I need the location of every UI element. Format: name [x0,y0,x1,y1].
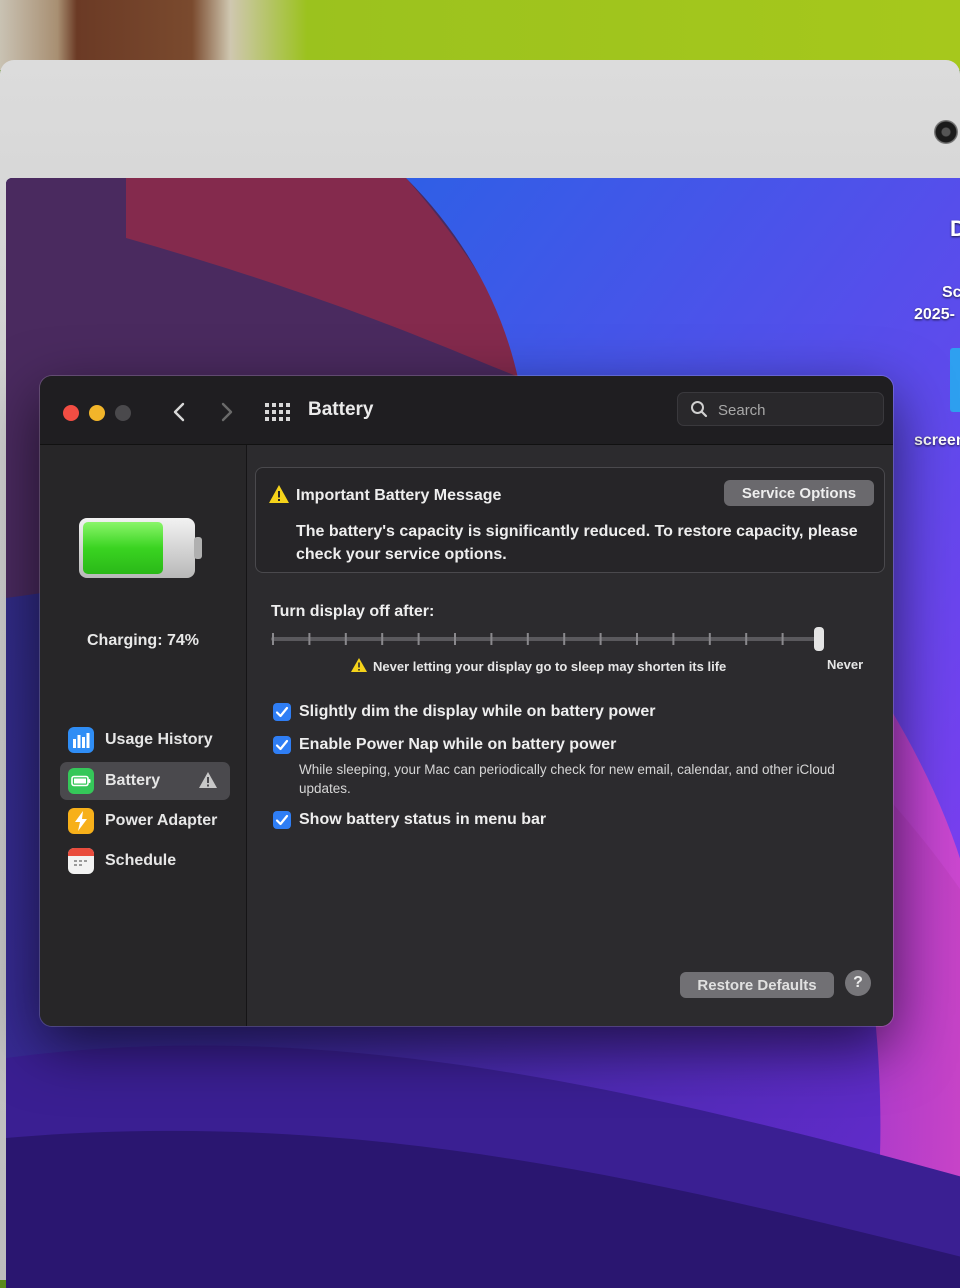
slider-tick [490,633,493,645]
slider-tick [308,633,311,645]
slider-value-label: Never [827,657,864,672]
slider-tick [636,633,638,645]
battery-alert: Important Battery Message Service Option… [255,467,885,573]
main-panel: Important Battery Message Service Option… [247,445,893,1026]
alert-message: The battery's capacity is significantly … [296,523,858,563]
back-button[interactable] [167,398,193,426]
restore-defaults-button[interactable]: Restore Defaults [680,972,834,998]
warning-icon [351,658,367,672]
forward-button[interactable] [213,398,239,426]
titlebar: Battery [40,376,893,445]
slider-warning-text: Never letting your display go to sleep m… [373,659,727,674]
slider-tick [272,633,274,645]
slider-tick [781,633,784,645]
search-input[interactable] [716,398,870,422]
sidebar-item-power-adapter[interactable]: Power Adapter [60,802,230,840]
window-title: Battery [308,399,374,420]
slider-tick [344,633,347,645]
slider-tick [745,633,748,645]
sidebar-item-label: Schedule [105,852,177,869]
search-icon [691,401,708,418]
option-label: Show battery status in menu bar [299,811,547,828]
slider-tick [526,633,529,645]
alert-title: Important Battery Message [296,487,502,504]
help-button[interactable]: ? [845,970,871,996]
calendar-icon [68,848,94,874]
desktop-label: Sc [942,284,960,301]
checkbox-checked[interactable] [273,811,291,829]
close-button[interactable] [63,405,79,421]
warning-icon [269,485,289,503]
slider-tick [454,633,456,645]
slider-tick [417,633,420,645]
slider-knob[interactable] [814,627,824,651]
search-field[interactable] [677,392,884,426]
battery-settings-window: Battery Search Charging: 74% Usage Histo… [40,376,893,1026]
sidebar-item-schedule[interactable]: Schedule [60,842,230,880]
sidebar-item-label: Power Adapter [105,812,218,829]
slider-tick [381,633,384,645]
battery-level-icon [79,518,202,578]
checkbox-checked[interactable] [273,736,291,754]
desktop-label: 2025- [914,306,955,323]
sidebar-item-battery[interactable]: Battery [60,762,230,800]
slider-tick [599,633,602,645]
desktop-label: screen [914,432,960,449]
battery-icon [68,768,94,794]
desktop-file-icon[interactable] [950,348,960,412]
charging-status: Charging: 74% [86,632,199,649]
grid-icon[interactable] [264,401,290,423]
slider-tick [563,633,566,645]
lightning-icon [68,808,94,834]
power-nap-description: While sleeping, your Mac can periodicall… [299,762,835,796]
option-label: Enable Power Nap while on battery power [299,736,617,753]
service-options-button[interactable]: Service Options [724,480,874,506]
bar-chart-icon [68,727,94,753]
slider-tick [708,633,711,645]
desktop-label: D [950,216,960,241]
display-sleep-slider[interactable] [271,625,831,655]
sidebar-item-usage-history[interactable]: Usage History [60,721,230,759]
slider-tick [672,633,675,645]
option-label: Slightly dim the display while on batter… [299,703,656,720]
sidebar-item-label: Usage History [105,731,213,748]
warning-icon [199,772,217,788]
sidebar: Charging: 74% Usage History Battery Powe… [40,445,247,1026]
sidebar-item-label: Battery [105,772,161,789]
minimize-button[interactable] [89,405,105,421]
camera-icon [934,120,958,144]
checkbox-checked[interactable] [273,703,291,721]
zoom-button[interactable] [115,405,131,421]
display-off-label: Turn display off after: [271,603,435,620]
